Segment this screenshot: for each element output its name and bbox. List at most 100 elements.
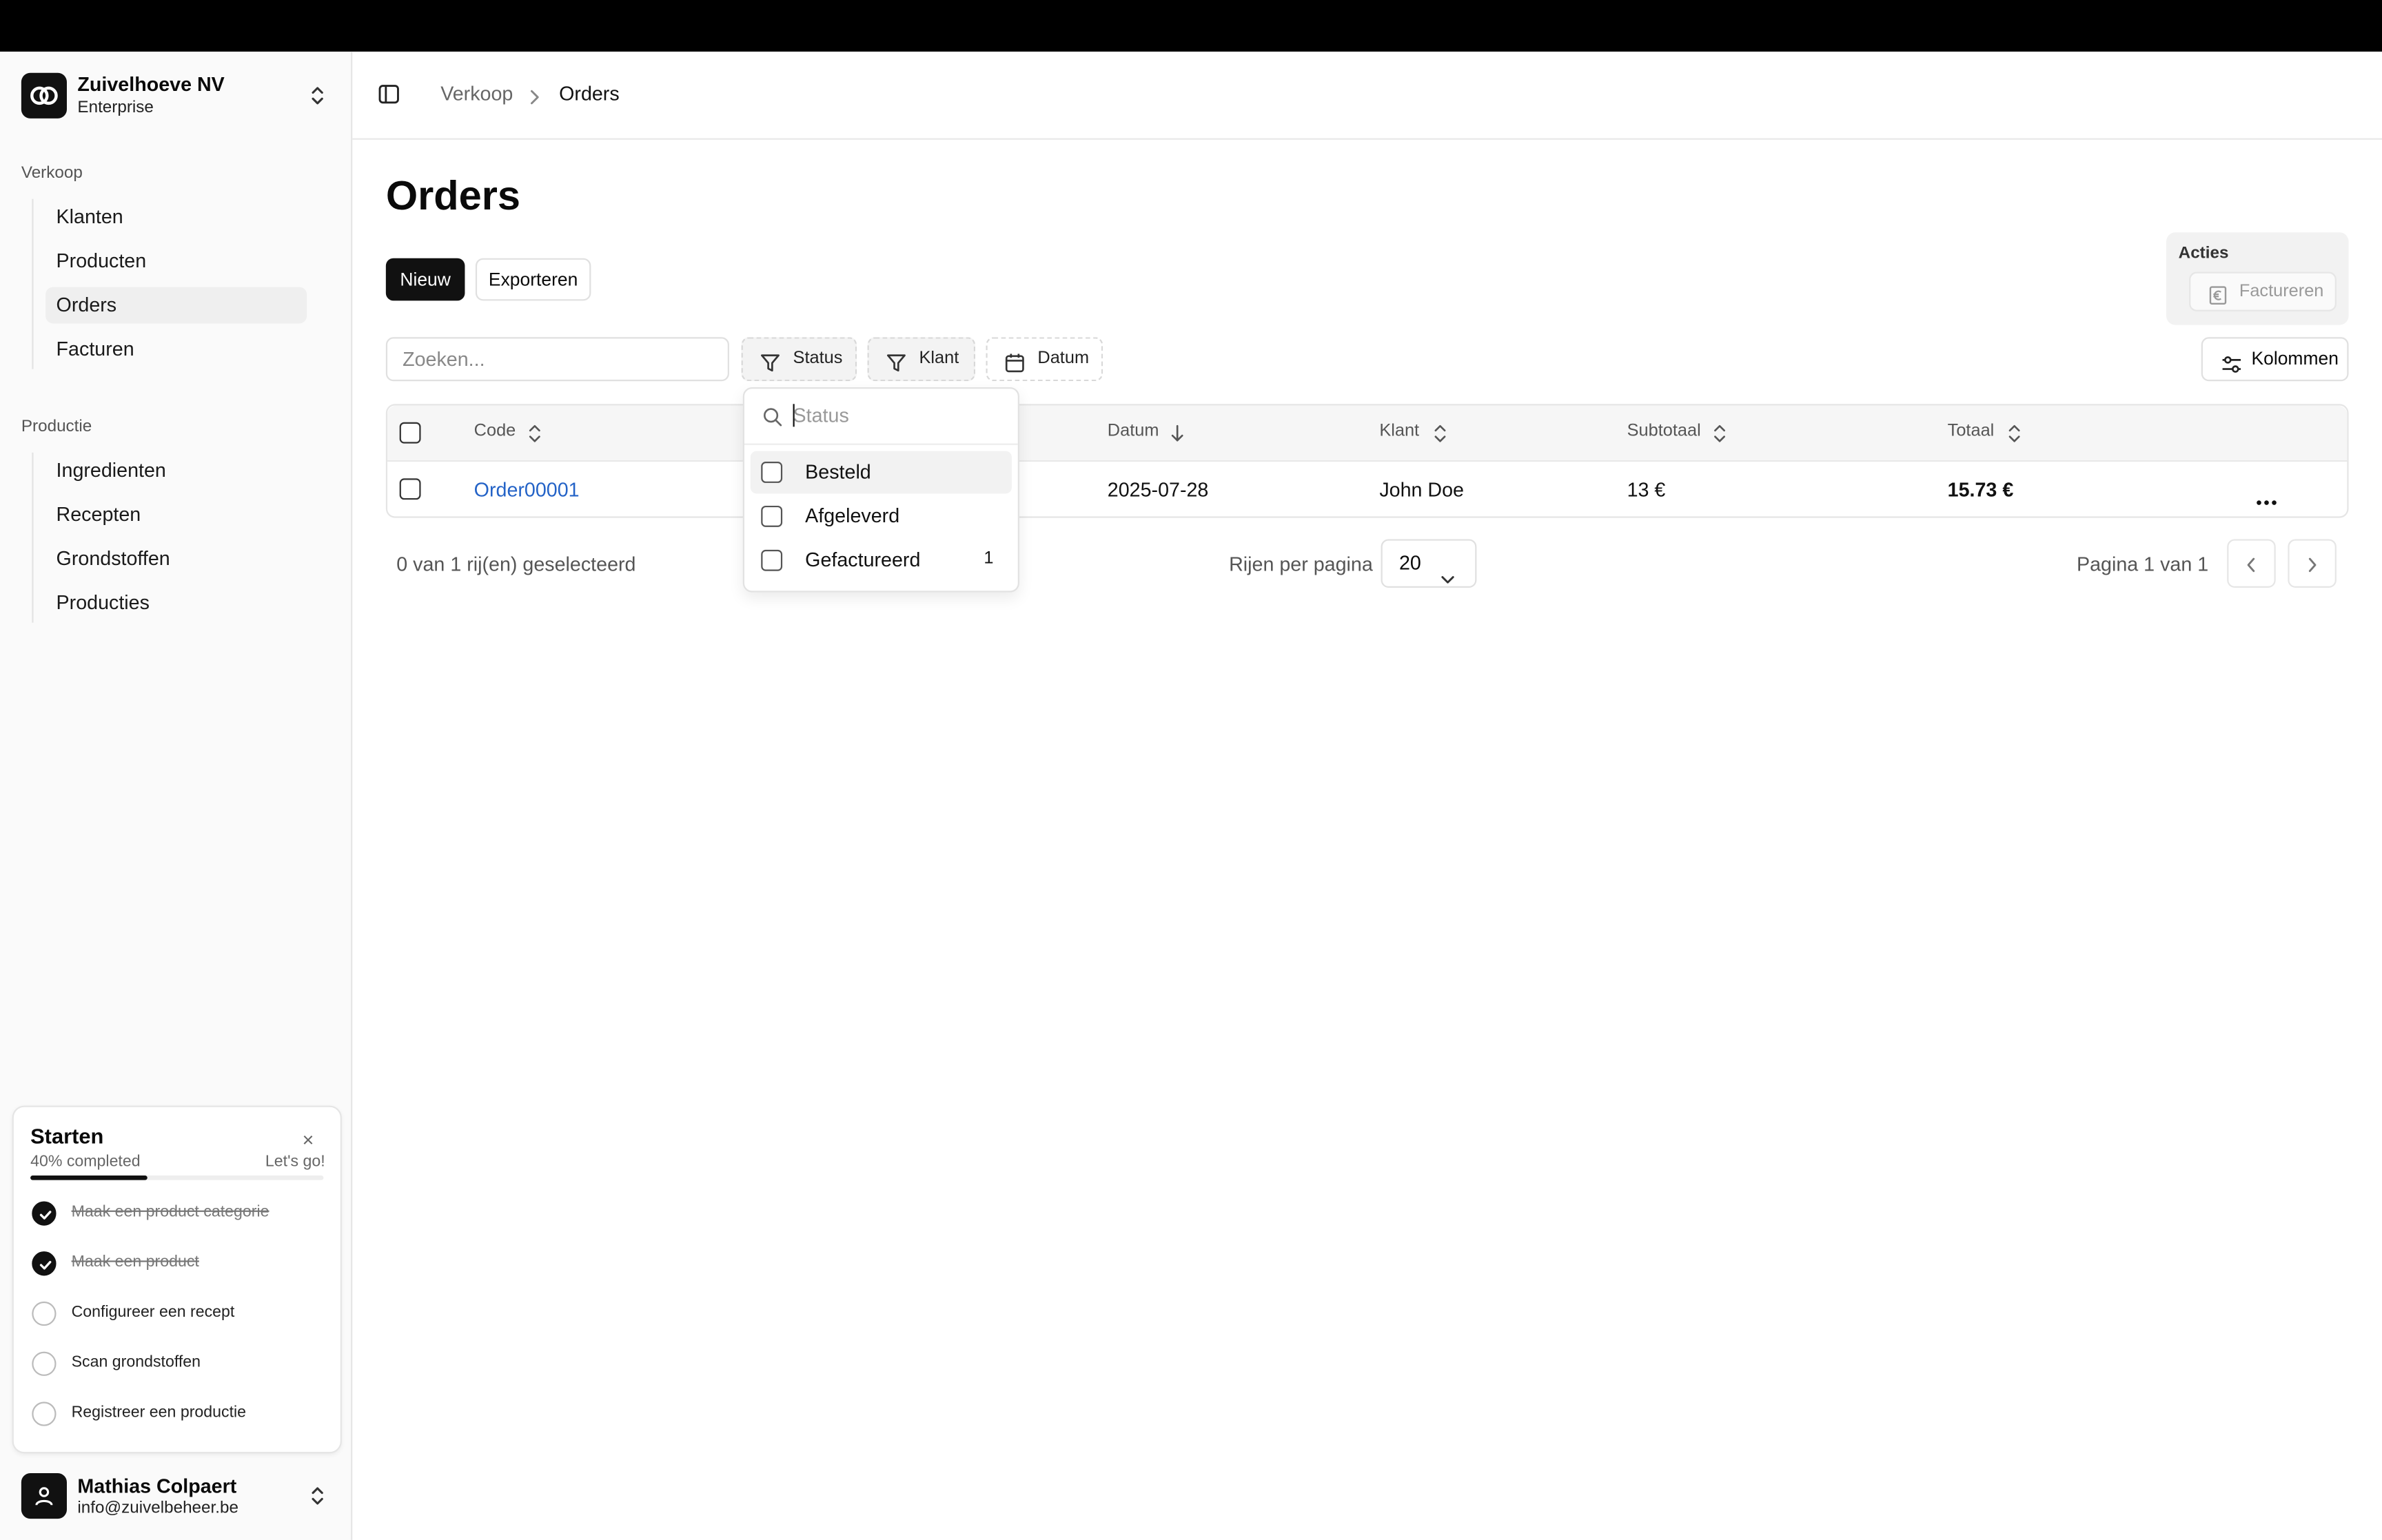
rows-per-page-select[interactable]: 20 bbox=[1381, 539, 1477, 588]
sidebar-item-ingredienten[interactable]: Ingredienten bbox=[45, 453, 307, 489]
sidebar-item-facturen[interactable]: Facturen bbox=[45, 331, 307, 367]
status-option-besteld[interactable]: Besteld bbox=[750, 451, 1012, 494]
sort-icon[interactable] bbox=[527, 424, 542, 451]
invoice-button[interactable]: Factureren bbox=[2189, 271, 2337, 311]
chevron-right-icon bbox=[529, 85, 541, 112]
onboarding-progress-bar bbox=[30, 1175, 324, 1180]
option-checkbox[interactable] bbox=[761, 549, 783, 571]
order-total: 15.73 € bbox=[1947, 478, 2014, 502]
nav-guide-line bbox=[32, 452, 34, 623]
empty-circle-icon[interactable] bbox=[32, 1351, 57, 1376]
more-actions-icon[interactable] bbox=[2256, 486, 2277, 513]
sidebar-item-klanten[interactable]: Klanten bbox=[45, 199, 307, 236]
page-title: Orders bbox=[385, 173, 521, 219]
user-name[interactable]: Mathias Colpaert bbox=[77, 1475, 236, 1497]
select-all-checkbox[interactable] bbox=[399, 422, 421, 444]
onboarding-task-label: Maak een product bbox=[71, 1253, 199, 1271]
org-logo-icon[interactable] bbox=[21, 72, 67, 119]
onboarding-task-label: Registreer een productie bbox=[71, 1403, 247, 1422]
main-content: Verkoop Orders Orders Nieuw Exporteren A… bbox=[352, 51, 2382, 1540]
sort-icon[interactable] bbox=[1712, 424, 1727, 451]
new-button[interactable]: Nieuw bbox=[385, 258, 465, 301]
search-icon bbox=[762, 407, 782, 435]
column-header-subtotaal[interactable]: Subtotaal bbox=[1627, 422, 1701, 440]
sidebar-item-recepten[interactable]: Recepten bbox=[45, 497, 307, 533]
sidebar-item-producties[interactable]: Producties bbox=[45, 585, 307, 622]
row-checkbox[interactable] bbox=[399, 478, 421, 500]
order-date: 2025-07-28 bbox=[1107, 478, 1209, 502]
option-label: Afgeleverd bbox=[805, 504, 900, 527]
page-info: Pagina 1 van 1 bbox=[2077, 553, 2209, 576]
check-circle-icon[interactable] bbox=[32, 1251, 57, 1276]
status-option-afgeleverd[interactable]: Afgeleverd bbox=[751, 495, 1012, 538]
column-header-totaal[interactable]: Totaal bbox=[1948, 422, 1995, 440]
onboarding-task-label: Configureer een recept bbox=[71, 1303, 235, 1322]
columns-button[interactable]: Kolommen bbox=[2201, 337, 2349, 382]
sort-icon[interactable] bbox=[1432, 424, 1447, 451]
nav-guide-line bbox=[32, 198, 34, 369]
org-name[interactable]: Zuivelhoeve NV bbox=[77, 73, 224, 96]
onboarding-title: Starten bbox=[30, 1124, 104, 1149]
chevron-right-icon bbox=[2308, 557, 2317, 573]
orders-table: Code Datum Klant Subtotaal Totaal Order0… bbox=[385, 404, 2349, 518]
check-circle-icon[interactable] bbox=[32, 1201, 57, 1226]
text-cursor bbox=[793, 404, 795, 427]
next-page-button[interactable] bbox=[2288, 539, 2337, 588]
divider bbox=[744, 443, 1018, 445]
column-header-datum[interactable]: Datum bbox=[1108, 422, 1159, 440]
onboarding-progress-text: 40% completed bbox=[30, 1152, 141, 1171]
table-header: Code Datum Klant Subtotaal Totaal bbox=[387, 405, 2348, 462]
calendar-icon bbox=[1004, 349, 1026, 391]
sidebar-item-producten[interactable]: Producten bbox=[45, 243, 307, 280]
user-menu-chevron-icon[interactable] bbox=[308, 1486, 326, 1507]
empty-circle-icon[interactable] bbox=[32, 1301, 57, 1326]
close-icon[interactable]: × bbox=[303, 1129, 314, 1151]
section-label-productie: Productie bbox=[21, 418, 92, 436]
onboarding-cta[interactable]: Let's go! bbox=[265, 1153, 325, 1171]
actions-panel: Acties Factureren bbox=[2166, 232, 2349, 325]
status-filter-label: Status bbox=[793, 349, 843, 368]
status-option-gefactureerd[interactable]: Gefactureerd 1 bbox=[751, 539, 1012, 582]
sidebar-toggle-icon[interactable] bbox=[378, 83, 400, 112]
export-button[interactable]: Exporteren bbox=[475, 258, 591, 301]
column-header-klant[interactable]: Klant bbox=[1379, 422, 1419, 440]
search-input[interactable]: Zoeken... bbox=[385, 337, 729, 382]
rows-per-page-label: Rijen per pagina bbox=[1229, 553, 1373, 576]
actions-label: Acties bbox=[2178, 244, 2229, 263]
order-customer: John Doe bbox=[1379, 478, 1464, 502]
option-checkbox[interactable] bbox=[761, 462, 783, 483]
previous-page-button[interactable] bbox=[2227, 539, 2276, 588]
empty-circle-icon[interactable] bbox=[32, 1402, 57, 1426]
onboarding-progress-fill bbox=[30, 1175, 148, 1180]
onboarding-task-label: Scan grondstoffen bbox=[71, 1353, 201, 1372]
option-label: Gefactureerd bbox=[805, 548, 921, 571]
breadcrumb-current: Orders bbox=[559, 82, 620, 105]
chevron-left-icon bbox=[2247, 557, 2255, 573]
arrow-down-icon[interactable] bbox=[1170, 424, 1185, 451]
option-label: Besteld bbox=[805, 460, 871, 483]
status-search-input[interactable]: Status bbox=[793, 404, 849, 427]
sort-icon[interactable] bbox=[2007, 424, 2022, 451]
klant-filter-button[interactable]: Klant bbox=[867, 337, 976, 382]
order-subtotal: 13 € bbox=[1627, 478, 1666, 502]
user-avatar-icon[interactable] bbox=[21, 1472, 67, 1519]
selection-count: 0 van 1 rij(en) geselecteerd bbox=[396, 553, 636, 576]
sidebar-item-grondstoffen[interactable]: Grondstoffen bbox=[45, 541, 307, 577]
org-switcher-chevron-icon[interactable] bbox=[308, 85, 326, 106]
filter-icon bbox=[886, 349, 907, 391]
org-plan: Enterprise bbox=[77, 99, 154, 117]
sidebar-item-orders[interactable]: Orders bbox=[45, 287, 307, 324]
window-top-bar bbox=[0, 0, 2382, 52]
header-bar: Verkoop Orders bbox=[352, 52, 2382, 140]
status-filter-button[interactable]: Status bbox=[741, 337, 857, 382]
datum-filter-button[interactable]: Datum bbox=[986, 337, 1103, 382]
breadcrumb-parent[interactable]: Verkoop bbox=[440, 82, 513, 105]
order-code-link[interactable]: Order00001 bbox=[474, 478, 580, 501]
onboarding-task-label: Maak een product categorie bbox=[71, 1202, 269, 1222]
invoice-button-label: Factureren bbox=[2239, 282, 2324, 301]
user-email: info@zuivelbeheer.be bbox=[77, 1499, 238, 1517]
column-header-code[interactable]: Code bbox=[474, 422, 516, 440]
option-checkbox[interactable] bbox=[761, 505, 783, 527]
onboarding-card: Starten × 40% completed Let's go! Maak e… bbox=[12, 1105, 342, 1454]
euro-document-icon bbox=[2209, 283, 2227, 319]
